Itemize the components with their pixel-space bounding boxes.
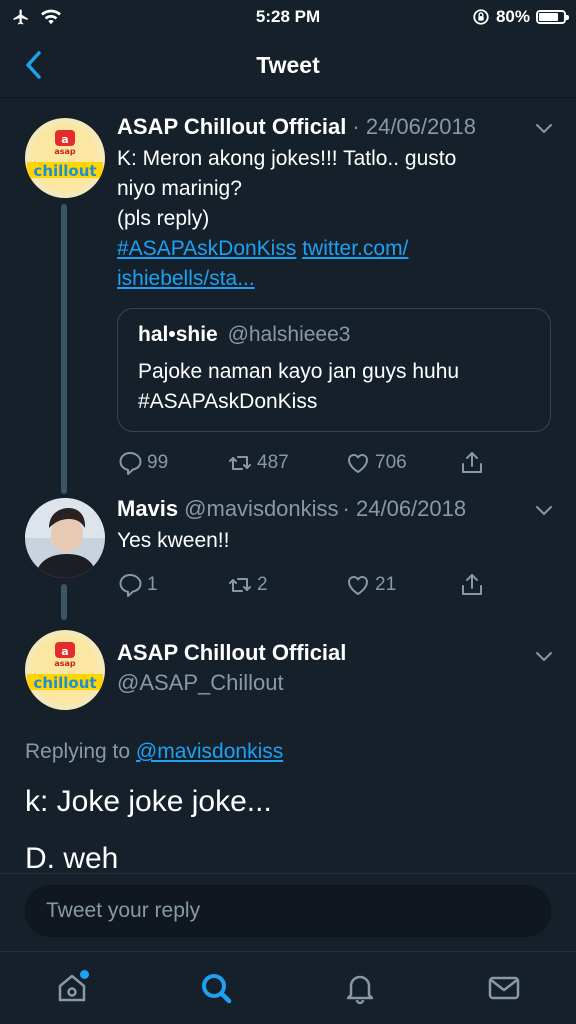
svg-text:chillout: chillout (33, 674, 96, 692)
reply-button[interactable]: 99 (117, 450, 168, 476)
tweet-date: · 24/06/2018 (352, 114, 476, 139)
reply-icon (119, 574, 142, 597)
reply-count: 99 (147, 452, 169, 473)
tweet[interactable]: a asap chillout ASAP Chillout Official ·… (0, 110, 576, 495)
tab-search[interactable] (196, 968, 236, 1008)
tweet-text-line: D. weh (25, 842, 119, 875)
airplane-icon (13, 9, 28, 25)
tab-home[interactable] (52, 968, 92, 1008)
retweet-button[interactable]: 2 (227, 572, 268, 598)
asap-chillout-logo: a asap chillout (25, 118, 105, 198)
tab-notifications[interactable] (340, 968, 380, 1008)
tweet-header: ASAP Chillout Official · 24/06/2018 (117, 114, 556, 140)
tab-messages[interactable] (484, 968, 524, 1008)
notifications-icon (346, 975, 374, 1005)
rotation-lock-icon (473, 9, 489, 25)
heart-icon (348, 454, 368, 473)
author-name[interactable]: ASAP Chillout Official (117, 640, 346, 666)
thread-line (61, 584, 67, 620)
avatar[interactable] (25, 498, 105, 578)
tweet-header: Mavis @mavisdonkiss · 24/06/2018 (117, 496, 556, 522)
like-count: 21 (375, 574, 397, 595)
avatar[interactable]: a asap chillout (25, 630, 105, 710)
tweet-body: ASAP Chillout Official · 24/06/2018 K: M… (117, 114, 556, 432)
tab-bar (0, 951, 576, 1024)
chevron-left-icon (26, 51, 41, 79)
battery-percent: 80% (495, 7, 530, 26)
chevron-down-icon[interactable] (534, 650, 554, 664)
retweet-button[interactable]: 487 (227, 450, 289, 476)
retweet-icon (229, 578, 251, 592)
svg-text:asap: asap (54, 147, 76, 156)
like-count: 706 (375, 452, 407, 473)
svg-text:asap: asap (54, 659, 76, 668)
thread-line (61, 204, 67, 494)
replying-to: Replying to @mavisdonkiss (25, 740, 284, 763)
tweet[interactable]: Mavis @mavisdonkiss · 24/06/2018 Yes kwe… (0, 490, 576, 620)
like-button[interactable]: 21 (345, 572, 396, 598)
share-button[interactable] (459, 572, 485, 598)
tweet-body: ASAP Chillout Official @ASAP_Chillout (117, 640, 556, 696)
reply-composer: Tweet your reply (0, 873, 576, 951)
retweet-count: 2 (257, 574, 268, 595)
avatar[interactable]: a asap chillout (25, 118, 105, 198)
author-handle[interactable]: @ASAP_Chillout (117, 670, 284, 696)
chevron-down-icon[interactable] (534, 504, 554, 518)
quote-text: Pajoke naman kayo jan guys huhu #ASAPAsk… (138, 360, 460, 413)
messages-icon (488, 976, 520, 1000)
retweet-icon (229, 456, 251, 470)
reply-count: 1 (147, 574, 158, 595)
reply-input[interactable]: Tweet your reply (25, 885, 551, 937)
like-button[interactable]: 706 (345, 450, 407, 476)
reply-icon (119, 452, 142, 475)
wifi-icon (41, 9, 61, 25)
quote-author: hal•shie (138, 323, 218, 346)
svg-text:a: a (61, 645, 68, 658)
battery-indicator: 80% (472, 7, 569, 27)
profile-photo (25, 498, 105, 578)
back-button[interactable] (18, 48, 48, 82)
hashtag-link[interactable]: #ASAPAskDonKiss (117, 237, 296, 260)
quote-handle: @halshieee3 (227, 323, 351, 346)
share-icon (462, 574, 482, 595)
replying-to-link[interactable]: @mavisdonkiss (136, 740, 283, 763)
share-button[interactable] (459, 450, 485, 476)
heart-icon (348, 576, 368, 595)
author-handle[interactable]: @mavisdonkiss (184, 496, 338, 522)
nav-bar: Tweet (0, 34, 576, 98)
tweet-body: Mavis @mavisdonkiss · 24/06/2018 Yes kwe… (117, 496, 556, 556)
notification-dot (80, 970, 89, 979)
chevron-down-icon[interactable] (534, 122, 554, 136)
tweet-text: Yes kween!! (117, 529, 230, 552)
reply-button[interactable]: 1 (117, 572, 158, 598)
tweet-text: K: Meron akong jokes!!! Tatlo.. gusto ni… (117, 147, 457, 290)
battery-icon (536, 10, 569, 24)
svg-text:a: a (61, 133, 68, 146)
status-bar: 5:28 PM 80% (0, 0, 576, 34)
tweet-header: ASAP Chillout Official (117, 640, 556, 666)
quoted-tweet[interactable]: hal•shie @halshieee3 Pajoke naman kayo j… (117, 308, 551, 432)
url-link[interactable]: twitter.com/ (302, 237, 408, 260)
author-name[interactable]: Mavis (117, 496, 178, 522)
share-icon (462, 452, 482, 473)
status-left (10, 8, 62, 26)
asap-chillout-logo: a asap chillout (25, 630, 105, 710)
page-title: Tweet (256, 52, 320, 78)
author-name[interactable]: ASAP Chillout Official (117, 114, 346, 140)
tweet-text-line: k: Joke joke joke... (25, 785, 272, 818)
search-icon (202, 974, 232, 1004)
tweet-date: · 24/06/2018 (342, 496, 467, 521)
svg-text:chillout: chillout (33, 162, 96, 180)
url-link-continued[interactable]: ishiebells/sta... (117, 267, 255, 290)
retweet-count: 487 (257, 452, 289, 473)
